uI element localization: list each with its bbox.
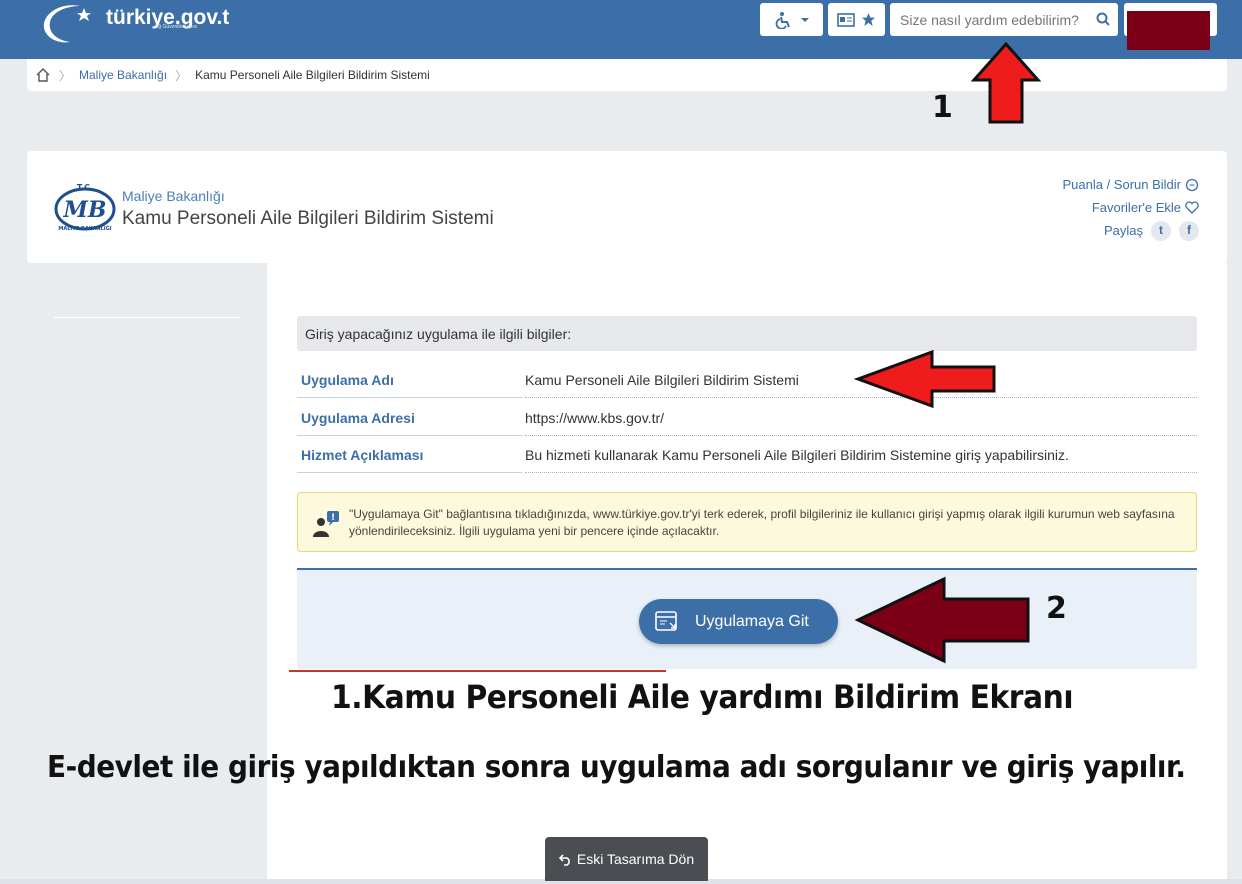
row-divider (525, 435, 1197, 436)
rate-report-link[interactable]: Puanla / Sorun Bildir (1062, 173, 1199, 196)
info-heading: Giriş yapacağınız uygulama ile ilgili bi… (297, 316, 1197, 351)
crescent-star-icon (43, 5, 91, 43)
left-sidebar (27, 263, 267, 884)
share-label: Paylaş (1103, 223, 1143, 238)
app-window-icon (655, 610, 677, 631)
home-icon[interactable] (35, 67, 51, 83)
annotation-arrow-up (970, 41, 1042, 124)
svg-text:T.C.: T.C. (77, 183, 93, 192)
heart-icon (1185, 201, 1199, 214)
rate-report-label: Puanla / Sorun Bildir (1062, 177, 1181, 192)
annotation-arrow-left-dark (854, 576, 1030, 664)
row-divider (297, 435, 522, 436)
annotation-marker-1: 1 (932, 90, 953, 125)
add-favorite-label: Favoriler'e Ekle (1091, 200, 1181, 215)
accessibility-button[interactable] (760, 3, 823, 36)
svg-text:!: ! (331, 513, 335, 523)
row-divider (297, 397, 522, 398)
page-title: Kamu Personeli Aile Bilgileri Bildirim S… (122, 208, 494, 229)
site-logo[interactable]: türkiye.gov.t (40, 0, 229, 44)
row-divider (297, 472, 522, 473)
breadcrumb-item-current: Kamu Personeli Aile Bilgileri Bildirim S… (195, 68, 430, 82)
info-value: Kamu Personeli Aile Bilgileri Bildirim S… (525, 372, 799, 388)
info-row-app-name: Uygulama Adı Kamu Personeli Aile Bilgile… (297, 362, 1197, 398)
svg-text:MB: MB (63, 197, 107, 223)
annotation-underline (289, 670, 666, 672)
info-key: Uygulama Adresi (301, 410, 415, 426)
add-favorite-link[interactable]: Favoriler'e Ekle (1062, 196, 1199, 219)
search-icon[interactable] (1096, 12, 1110, 26)
notice-text: "Uygulamaya Git" bağlantısına tıkladığın… (349, 507, 1175, 538)
old-design-label: Eski Tasarıma Dön (576, 851, 695, 867)
organization-name[interactable]: Maliye Bakanlığı (122, 188, 225, 204)
info-row-description: Hizmet Açıklaması Bu hizmeti kullanarak … (297, 437, 1197, 473)
breadcrumb-separator: 〉 (175, 68, 188, 83)
id-card-icon (837, 12, 855, 27)
share-row: Paylaş t f (1062, 219, 1199, 242)
info-value: Bu hizmeti kullanarak Kamu Personeli Ail… (525, 447, 1069, 463)
annotation-marker-2: 2 (1046, 591, 1067, 626)
service-actions: Puanla / Sorun Bildir Favoriler'e Ekle P… (1062, 173, 1199, 242)
svg-text:MALİYE BAKANLIĞI: MALİYE BAKANLIĞI (58, 225, 111, 232)
comment-icon (1185, 178, 1199, 191)
search-input[interactable] (890, 3, 1090, 36)
annotation-arrow-left-red (853, 349, 996, 409)
service-header-card: T.C. MB MALİYE BAKANLIĞI Maliye Bakanlığ… (27, 151, 1227, 263)
sidebar-divider (54, 317, 240, 318)
top-header: türkiye.gov.t Ağ Güvenlik Kapısı (0, 0, 1242, 59)
breadcrumb-item-ministry[interactable]: Maliye Bakanlığı (79, 68, 167, 82)
search-box (890, 3, 1118, 36)
chevron-down-icon (800, 17, 809, 22)
info-key: Uygulama Adı (301, 372, 394, 388)
facebook-icon[interactable]: f (1179, 220, 1199, 241)
id-card-favorites-button[interactable] (828, 3, 885, 36)
info-key: Hizmet Açıklaması (301, 447, 424, 463)
info-row-app-address: Uygulama Adresi https://www.kbs.gov.tr/ (297, 400, 1197, 436)
logo-subtitle: Ağ Güvenlik Kapısı (155, 24, 198, 30)
star-icon (861, 12, 876, 27)
breadcrumb: 〉 Maliye Bakanlığı 〉 Kamu Personeli Aile… (27, 59, 1227, 91)
old-design-button[interactable]: Eski Tasarıma Dön (545, 837, 708, 881)
maliye-bakanligi-logo: T.C. MB MALİYE BAKANLIĞI (54, 183, 116, 232)
annotation-caption-title: 1.Kamu Personeli Aile yardımı Bildirim E… (331, 678, 1074, 716)
accessibility-icon (775, 11, 790, 29)
user-menu-button[interactable] (1124, 3, 1217, 50)
info-person-icon: ! (313, 511, 339, 537)
redirect-notice: ! "Uygulamaya Git" bağlantısına tıkladığ… (297, 492, 1197, 552)
row-divider (525, 472, 1197, 473)
undo-icon (558, 853, 570, 866)
redacted-user-block (1127, 11, 1210, 50)
go-button-label: Uygulamaya Git (695, 612, 809, 630)
annotation-caption-body: E-devlet ile giriş yapıldıktan sonra uyg… (47, 750, 1186, 785)
twitter-icon[interactable]: t (1151, 220, 1171, 241)
main-content: Giriş yapacağınız uygulama ile ilgili bi… (267, 263, 1227, 884)
breadcrumb-separator: 〉 (59, 68, 72, 83)
info-value: https://www.kbs.gov.tr/ (525, 410, 665, 426)
go-to-application-button[interactable]: Uygulamaya Git (639, 599, 838, 644)
